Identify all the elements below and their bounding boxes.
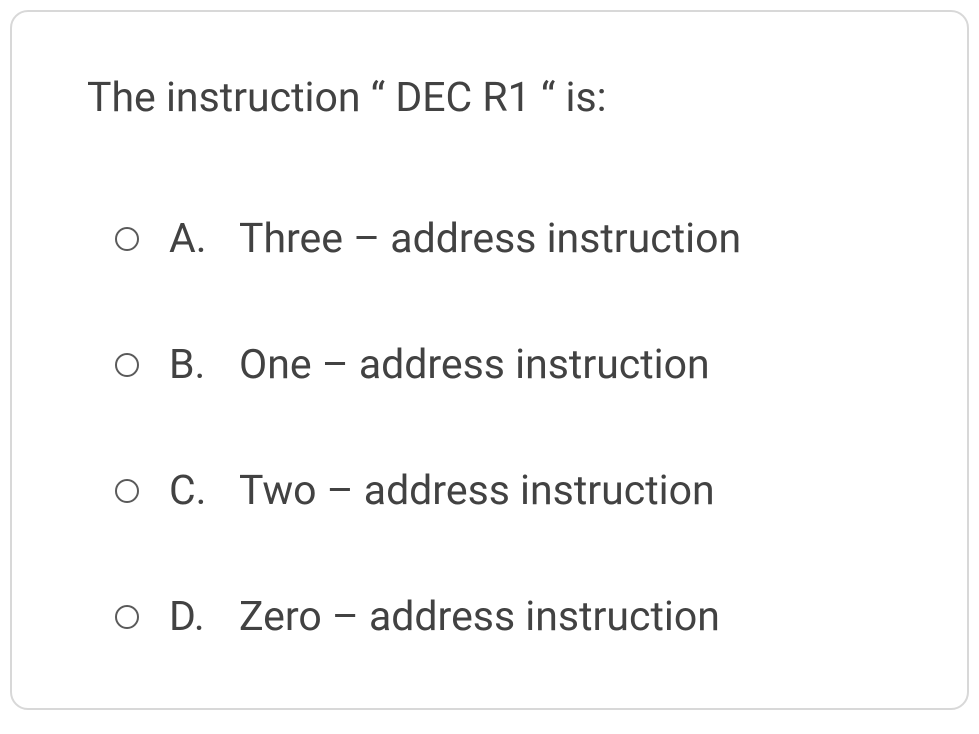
- radio-icon[interactable]: [115, 227, 139, 251]
- options-list: A. Three – address instruction B. One – …: [87, 215, 892, 641]
- option-text: Three – address instruction: [239, 215, 741, 263]
- question-card: The instruction “ DEC R1 “ is: A. Three …: [10, 10, 969, 710]
- option-d[interactable]: D. Zero – address instruction: [115, 593, 892, 641]
- radio-icon[interactable]: [115, 353, 139, 377]
- option-letter: A.: [169, 215, 239, 263]
- option-a[interactable]: A. Three – address instruction: [115, 215, 892, 263]
- radio-icon[interactable]: [115, 479, 139, 503]
- option-letter: D.: [169, 593, 239, 641]
- radio-icon[interactable]: [115, 605, 139, 629]
- option-b[interactable]: B. One – address instruction: [115, 341, 892, 389]
- question-text: The instruction “ DEC R1 “ is:: [87, 72, 892, 125]
- option-text: Zero – address instruction: [239, 593, 720, 641]
- option-text: Two – address instruction: [239, 467, 715, 515]
- option-text: One – address instruction: [239, 341, 710, 389]
- option-letter: B.: [169, 341, 239, 389]
- option-letter: C.: [169, 467, 239, 515]
- option-c[interactable]: C. Two – address instruction: [115, 467, 892, 515]
